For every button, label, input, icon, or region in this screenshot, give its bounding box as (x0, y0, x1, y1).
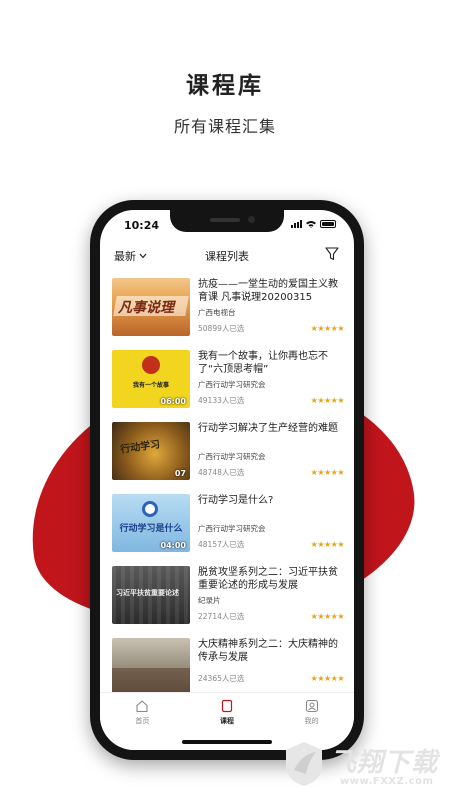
signal-icon (291, 220, 302, 228)
course-item[interactable]: 凡事说理 抗疫——一堂生动的爱国主义教育课 凡事说理20200315 广西电视台… (100, 274, 354, 346)
chevron-down-icon (139, 253, 147, 259)
video-duration: 07 (174, 469, 186, 478)
rating-stars: ★★★★★ (310, 396, 345, 405)
video-duration: 04:00 (160, 541, 186, 550)
tab-label: 首页 (135, 717, 150, 725)
course-thumbnail: 行动学习 07 (112, 422, 190, 480)
watermark-name: 飞翔下载 (330, 748, 439, 778)
course-title: 我有一个故事，让你再也忘不了“六顶思考帽” (198, 351, 328, 375)
course-title: 抗疫——一堂生动的爱国主义教育课 凡事说理20200315 (198, 279, 338, 303)
thumbnail-caption: 习近平扶贫重要论述 (116, 589, 179, 597)
rating-stars: ★★★★★ (310, 468, 345, 477)
course-icon (221, 699, 233, 713)
watermark-logo-icon (286, 742, 322, 786)
video-duration: 06:00 (160, 397, 186, 406)
course-item[interactable]: 我有一个故事 06:00 我有一个故事，让你再也忘不了“六顶思考帽” 广西行动学… (100, 346, 354, 418)
course-thumbnail: 行动学习是什么 04:00 (112, 494, 190, 552)
course-thumbnail: 凡事说理 (112, 278, 190, 336)
course-item[interactable]: 习近平扶贫重要论述 脱贫攻坚系列之二：习近平扶贫重要论述的形成与发展 纪录片 2… (100, 562, 354, 634)
enroll-count: 48157人已选 (198, 540, 245, 549)
status-time: 10:24 (124, 219, 160, 232)
phone-frame: 10:24 课程列表 最新 凡事说理 抗疫——一堂生动的爱国主义教育课 凡事说理… (90, 200, 364, 760)
battery-icon (320, 220, 336, 228)
app-header: 课程列表 最新 (100, 242, 354, 270)
course-title: 行动学习是什么? (198, 495, 274, 506)
course-item[interactable]: 行动学习 07 行动学习解决了生产经营的难题 广西行动学习研究会 48748人已… (100, 418, 354, 490)
watermark-url: www.FXXZ.com (340, 776, 434, 787)
course-thumbnail: 我有一个故事 06:00 (112, 350, 190, 408)
course-item[interactable]: 大庆精神系列之二：大庆精神的传承与发展 24365人已选 ★★★★★ (100, 634, 354, 700)
sort-dropdown[interactable]: 最新 (114, 248, 147, 264)
wifi-icon (306, 221, 316, 228)
home-icon (136, 700, 148, 713)
course-item[interactable]: 行动学习是什么 04:00 行动学习是什么? 广西行动学习研究会 48157人已… (100, 490, 354, 562)
enroll-count: 24365人已选 (198, 674, 245, 683)
enroll-count: 49133人已选 (198, 396, 245, 405)
watermark: 飞翔下载 www.FXXZ.com (280, 738, 446, 796)
course-title: 行动学习解决了生产经营的难题 (198, 423, 338, 434)
course-title: 大庆精神系列之二：大庆精神的传承与发展 (198, 639, 338, 663)
rating-stars: ★★★★★ (310, 324, 345, 333)
rating-stars: ★★★★★ (310, 674, 345, 683)
rating-stars: ★★★★★ (310, 540, 345, 549)
course-thumbnail: 习近平扶贫重要论述 (112, 566, 190, 624)
enroll-count: 48748人已选 (198, 468, 245, 477)
thumbnail-caption: 行动学习 (119, 439, 161, 456)
rating-stars: ★★★★★ (310, 612, 345, 621)
tab-home[interactable]: 首页 (100, 693, 185, 750)
profile-icon (305, 699, 318, 713)
sort-label: 最新 (114, 250, 136, 263)
filter-icon[interactable] (324, 246, 340, 262)
course-source: 广西行动学习研究会 (198, 380, 266, 389)
course-source: 广西行动学习研究会 (198, 452, 266, 461)
phone-notch (170, 210, 284, 232)
course-source: 纪录片 (198, 596, 221, 605)
promo-subtitle: 所有课程汇集 (173, 117, 276, 136)
course-source: 广西行动学习研究会 (198, 524, 266, 533)
course-source: 广西电视台 (198, 308, 236, 317)
thumbnail-caption: 行动学习是什么 (119, 524, 183, 534)
thumbnail-caption: 凡事说理 (118, 300, 174, 316)
home-indicator (182, 740, 272, 744)
enroll-count: 50899人已选 (198, 324, 245, 333)
thumbnail-caption: 我有一个故事 (132, 382, 169, 389)
tab-label: 我的 (304, 717, 319, 725)
promo-title: 课程库 (186, 73, 264, 99)
tab-label: 课程 (220, 717, 234, 725)
course-title: 脱贫攻坚系列之二：习近平扶贫重要论述的形成与发展 (198, 567, 338, 591)
course-thumbnail (112, 638, 190, 696)
enroll-count: 22714人已选 (198, 612, 245, 621)
phone-screen: 10:24 课程列表 最新 凡事说理 抗疫——一堂生动的爱国主义教育课 凡事说理… (100, 210, 354, 750)
promo-page: 课程库 所有课程汇集 10:24 课程列表 最新 凡事说理 抗疫——一堂生动的爱… (0, 0, 450, 800)
course-list: 凡事说理 抗疫——一堂生动的爱国主义教育课 凡事说理20200315 广西电视台… (100, 274, 354, 700)
